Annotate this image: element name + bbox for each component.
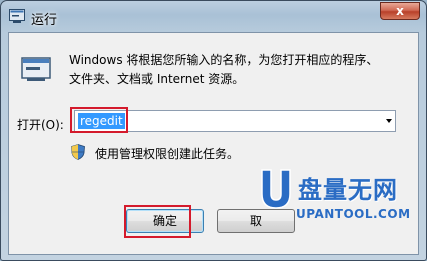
watermark-url: UPANTOOL.COM (296, 207, 411, 221)
open-label: 打开(O): (17, 118, 64, 132)
close-button[interactable]: x (380, 2, 420, 20)
title-bar[interactable]: 运行 x (1, 1, 426, 33)
run-window-icon (9, 9, 25, 23)
description-line-1: Windows 将根据您所输入的名称，为您打开相应的程序、 (69, 53, 379, 67)
watermark-logo-icon (261, 169, 291, 209)
watermark-name: 盘量无网 (298, 176, 398, 204)
admin-note: 使用管理权限创建此任务。 (95, 147, 240, 161)
run-program-icon (21, 57, 51, 81)
description-line-2: 文件夹、文档或 Internet 资源。 (69, 72, 245, 86)
run-dialog: 运行 x Windows 将根据您所输入的名称，为您打开相应的程序、 文件夹、文… (0, 0, 427, 261)
chevron-down-icon[interactable] (386, 119, 392, 123)
close-icon: x (396, 4, 404, 18)
uac-shield-icon (71, 144, 85, 160)
site-watermark: 盘量无网 UPANTOOL.COM (256, 166, 416, 228)
window-title: 运行 (31, 13, 58, 28)
description-text: Windows 将根据您所输入的名称，为您打开相应的程序、 文件夹、文档或 In… (69, 51, 409, 89)
highlight-box-input (70, 107, 128, 133)
highlight-box-ok (124, 205, 191, 238)
